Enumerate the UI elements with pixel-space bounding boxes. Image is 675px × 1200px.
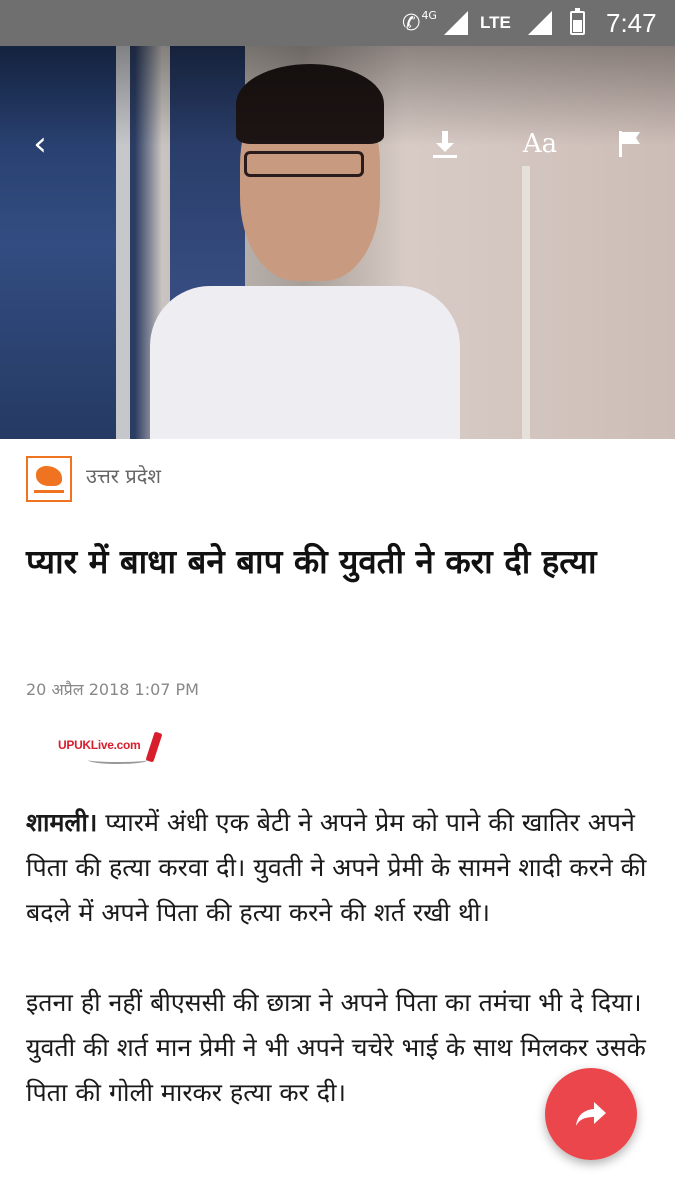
battery-icon [570, 0, 585, 46]
text-size-icon: Aa [522, 129, 558, 159]
flag-button[interactable] [610, 114, 650, 174]
back-button[interactable]: ‹ [20, 114, 60, 174]
back-icon: ‹ [33, 124, 47, 164]
dateline: शामली। [26, 808, 98, 837]
status-time: 7:47 [606, 7, 657, 38]
download-icon [433, 131, 457, 158]
download-button[interactable] [425, 114, 465, 174]
lte-label: LTE [480, 13, 511, 32]
text-size-button[interactable]: Aa [516, 114, 564, 174]
source-logo[interactable] [26, 456, 72, 502]
status-bar: ✆ 4G LTE 7:47 [0, 0, 675, 46]
paragraph: शामली। प्यारमें अंधी एक बेटी ने अपने प्र… [26, 808, 647, 927]
article-date: 20 अप्रैल 2018 1:07 PM [26, 680, 199, 699]
logo-text: UPUKLive.com [58, 738, 141, 752]
article-hero-image[interactable]: ‹ Aa [0, 46, 675, 439]
article-headline: प्यार में बाधा बने बाप की युवती ने करा द… [26, 542, 597, 581]
flag-icon [619, 131, 640, 157]
upuklive-logo: UPUKLive.com [58, 730, 170, 770]
share-icon [576, 1102, 606, 1126]
source-name[interactable]: उत्तर प्रदेश [86, 462, 161, 489]
call-icon: ✆ 4G [402, 8, 437, 36]
signal-icon [444, 0, 468, 46]
network-label: 4G [421, 8, 437, 22]
signal-icon [528, 0, 552, 46]
share-button[interactable] [545, 1068, 637, 1160]
